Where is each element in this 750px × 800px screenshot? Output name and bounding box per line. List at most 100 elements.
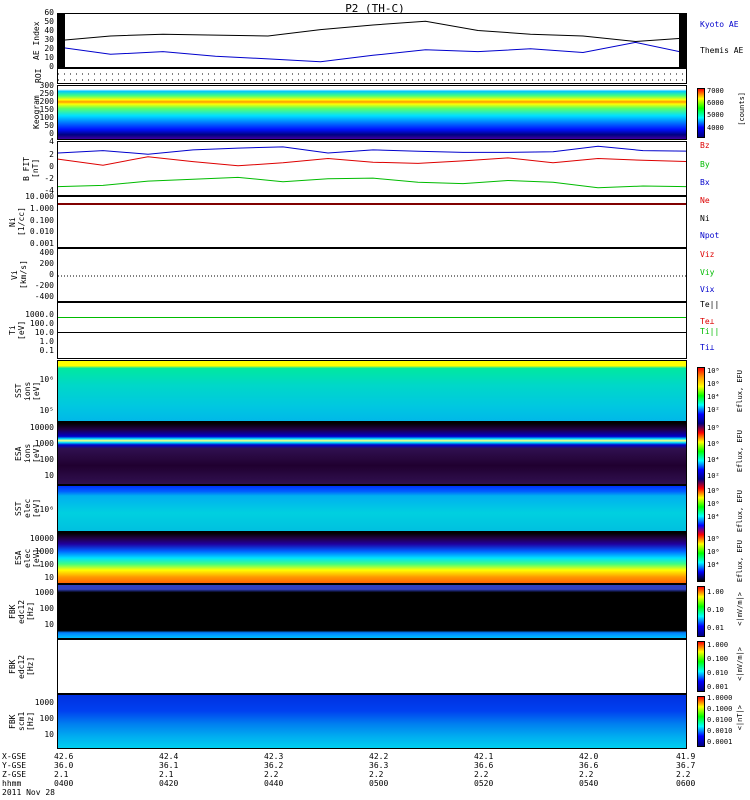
tick: 100 <box>39 604 54 613</box>
tick: 0.100 <box>29 216 54 225</box>
cbar-tick: 0.10 <box>707 606 724 614</box>
z-val: 2.2 <box>676 770 691 779</box>
t-val: 0500 <box>369 779 389 788</box>
z-val: 2.1 <box>54 770 69 779</box>
cbar-title: <|mV/m|> <box>736 592 744 626</box>
x-val: 42.6 <box>54 752 74 761</box>
z-val: 2.1 <box>159 770 174 779</box>
x-val: 42.3 <box>264 752 284 761</box>
cbar-title: Eflux, EFU <box>736 430 744 473</box>
cbar-tick: 6000 <box>707 99 724 107</box>
sst-elec-panel <box>57 485 687 532</box>
keogram-panel <box>57 85 687 140</box>
xaxis-col: 42.0 36.6 2.2 0540 <box>579 752 598 788</box>
ae-lines <box>58 20 686 63</box>
tick: 0 <box>49 270 54 279</box>
hhmm-label: hhmm <box>2 779 22 788</box>
fbk2-colorbar <box>697 641 705 692</box>
legend-te-perp: Te⊥ <box>700 317 715 326</box>
xaxis-col: 42.3 36.2 2.2 0440 <box>264 752 283 788</box>
sst-ions-ticks: 10⁶ 10⁵ <box>14 360 54 422</box>
roi-dots <box>58 73 686 81</box>
legend-viy: Viy <box>700 268 715 277</box>
fbk2-ylabel: FBK edc12 [Hz] <box>8 654 35 679</box>
cbar-tick: 10⁶ <box>707 440 720 448</box>
cbar-tick: 0.001 <box>707 683 729 691</box>
cbar-tick: 0.0010 <box>707 727 733 735</box>
tick: 1000 <box>34 547 54 556</box>
cbar-tick: 10⁸ <box>707 424 720 432</box>
tick: 0.001 <box>29 239 54 248</box>
legend-te-par: Te|| <box>700 300 720 309</box>
legend-viz: Viz <box>700 250 715 259</box>
tick: 50 <box>44 17 54 26</box>
cbar-tick: 0.100 <box>707 655 729 663</box>
legend-by: By <box>700 160 710 169</box>
cbar-tick: 0.01 <box>707 624 724 632</box>
esa-elec-panel <box>57 532 687 584</box>
y-val: 36.3 <box>369 761 389 770</box>
x-val: 42.0 <box>579 752 599 761</box>
xaxis-col: 41.9 36.7 2.2 0600 <box>676 752 695 788</box>
z-val: 2.2 <box>579 770 594 779</box>
tick: 10.000 <box>25 192 54 201</box>
xaxis-col: 42.4 36.1 2.1 0420 <box>159 752 178 788</box>
y-val: 36.6 <box>579 761 599 770</box>
date-label: 2011 Nov 28 <box>2 788 55 797</box>
cbar-tick: 10⁶ <box>707 500 720 508</box>
cbar-tick: 10⁸ <box>707 367 720 375</box>
cbar-tick: 0.0001 <box>707 738 733 746</box>
x-val: 42.4 <box>159 752 179 761</box>
temp-ticks: 1000.0 100.0 10.0 1.0 0.1 <box>14 302 54 359</box>
tick: 4 <box>49 137 54 146</box>
tick: 10000 <box>29 423 54 432</box>
x-gse-label: X-GSE <box>2 752 27 761</box>
fbk-scm1-panel <box>57 694 687 749</box>
fbk3-ticks: 1000 100 10 <box>14 694 54 749</box>
cbar-tick: 10⁴ <box>707 561 720 569</box>
xaxis-row-labels: X-GSE Y-GSE Z-GSE hhmm 2011 Nov 28 <box>2 752 55 797</box>
tick: 10⁶ <box>39 375 54 384</box>
density-ticks: 10.000 1.000 0.100 0.010 0.001 <box>14 192 54 248</box>
z-val: 2.2 <box>264 770 279 779</box>
cbar-tick: 1.0000 <box>707 694 733 702</box>
cbar-tick: 1.00 <box>707 588 724 596</box>
tick: 0.010 <box>29 227 54 236</box>
sst-elec-ticks: 10⁶ <box>14 485 54 532</box>
legend-ne: Ne <box>700 196 710 205</box>
xaxis-col: 42.1 36.6 2.2 0520 <box>474 752 493 788</box>
ti-par-line <box>58 332 686 333</box>
velocity-ticks: 400 200 0 -200 -400 <box>14 248 54 302</box>
tick: 200 <box>39 259 54 268</box>
tick: 0 <box>49 162 54 171</box>
tick: -200 <box>34 281 54 290</box>
tick: 10 <box>44 730 54 739</box>
x-val: 41.9 <box>676 752 696 761</box>
tick: 400 <box>39 248 54 257</box>
keogram-ticks: 300 250 200 150 100 50 0 <box>14 81 54 140</box>
t-val: 0600 <box>676 779 696 788</box>
ae-gap-bar <box>57 13 65 68</box>
tick: -400 <box>34 292 54 301</box>
tick: 100 <box>39 714 54 723</box>
y-val: 36.7 <box>676 761 696 770</box>
tick: 10⁶ <box>39 505 54 514</box>
bz-line <box>58 145 686 155</box>
themis-ae-line <box>58 41 686 63</box>
tick: 1.000 <box>29 204 54 213</box>
cbar-tick: 10⁶ <box>707 380 720 388</box>
cbar-tick: 10⁸ <box>707 487 720 495</box>
temp-panel <box>57 302 687 359</box>
z-val: 2.2 <box>474 770 489 779</box>
cbar-tick: 0.0100 <box>707 716 733 724</box>
y-val: 36.2 <box>264 761 284 770</box>
cbar-tick: 4000 <box>707 124 724 132</box>
cbar-title: Eflux, EFU <box>736 540 744 583</box>
y-gse-label: Y-GSE <box>2 761 27 770</box>
tick: 1000 <box>34 588 54 597</box>
bfield-ticks: 4 2 0 -2 -4 <box>14 137 54 196</box>
legend-themis-ae: Themis AE <box>700 46 744 55</box>
density-panel <box>57 196 687 248</box>
eflux-colorbar <box>697 367 705 582</box>
ae-gap-bar <box>679 13 687 68</box>
